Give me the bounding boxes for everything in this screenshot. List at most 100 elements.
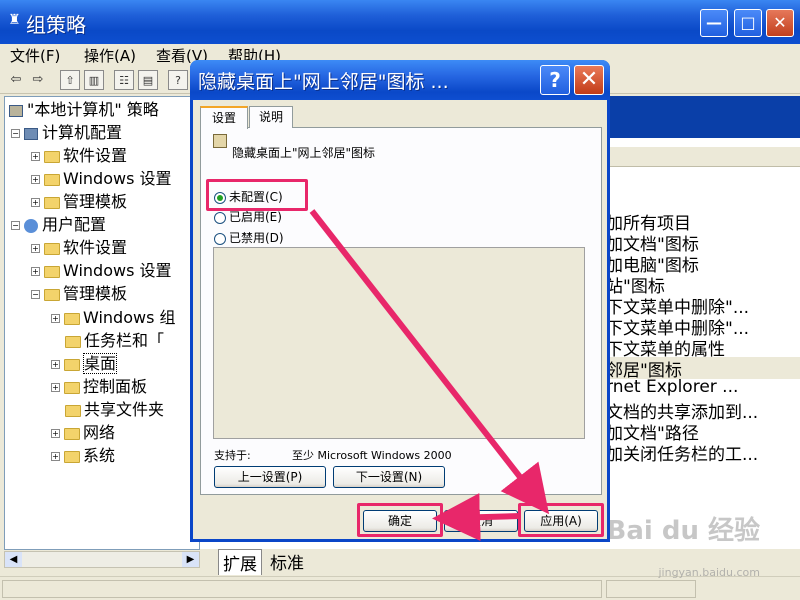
baidu-watermark-url: jingyan.baidu.com	[658, 566, 760, 579]
tree-item-desktop[interactable]: + 桌面	[51, 353, 118, 375]
forward-arrow-icon[interactable]: ⇨	[28, 70, 48, 90]
cancel-button[interactable]: 取消	[444, 510, 518, 532]
back-arrow-icon[interactable]: ⇦	[6, 70, 26, 90]
dialog-close-button[interactable]: ✕	[574, 65, 604, 95]
folder-open-icon	[44, 288, 60, 301]
tree-item-cc-windows[interactable]: + Windows 设置	[31, 168, 172, 190]
dialog-title: 隐藏桌面上"网上邻居"图标 ...	[198, 71, 449, 93]
radio-icon[interactable]	[214, 232, 226, 245]
computer-icon	[24, 127, 38, 140]
tab-standard[interactable]: 标准	[270, 549, 304, 574]
menu-action[interactable]: 操作(A)	[84, 45, 136, 66]
tree-label: 用户配置	[42, 215, 107, 234]
folder-icon	[65, 335, 81, 348]
tab-settings[interactable]: 设置	[200, 106, 248, 129]
collapse-icon[interactable]: −	[31, 290, 40, 299]
previous-setting-button[interactable]: 上一设置(P)	[214, 466, 326, 488]
folder-icon	[44, 173, 60, 186]
folder-icon	[44, 196, 60, 209]
tree-item-uc-software[interactable]: + 软件设置	[31, 237, 127, 259]
status-segment	[606, 580, 696, 598]
explain-area	[213, 247, 585, 439]
folder-icon	[44, 265, 60, 278]
expand-icon[interactable]: +	[51, 383, 60, 392]
properties-icon[interactable]: ☷	[114, 70, 134, 90]
policy-item[interactable]: rnet Explorer ...	[606, 377, 738, 397]
tree-item-taskbar[interactable]: 任务栏和「	[65, 330, 164, 352]
tree-item-control-panel[interactable]: + 控制面板	[51, 376, 147, 398]
tree-item-cc-software[interactable]: + 软件设置	[31, 145, 127, 167]
folder-icon	[65, 404, 81, 417]
annotation-highlight-not-configured	[206, 179, 308, 211]
collapse-icon[interactable]: −	[11, 129, 20, 138]
tree-root[interactable]: "本地计算机" 策略	[9, 99, 159, 121]
expand-icon[interactable]: +	[31, 152, 40, 161]
folder-icon	[44, 150, 60, 163]
status-segment	[2, 580, 602, 598]
tree-root-label: "本地计算机" 策略	[27, 100, 159, 119]
gpedit-icon: ♜	[8, 12, 21, 28]
up-folder-icon[interactable]: ⇧	[60, 70, 80, 90]
main-titlebar: ♜ 组策略 — □ ✕	[0, 0, 800, 44]
supported-label: 支持于:	[214, 449, 251, 462]
folder-icon	[64, 427, 80, 440]
window-title: 组策略	[26, 13, 86, 37]
tree-label: Windows 组	[83, 308, 176, 327]
expand-icon[interactable]: +	[31, 244, 40, 253]
help-icon[interactable]: ?	[168, 70, 188, 90]
tree-item-network[interactable]: + 网络	[51, 422, 115, 444]
minimize-button[interactable]: —	[700, 9, 728, 37]
tree-computer-config[interactable]: − 计算机配置	[11, 122, 122, 144]
tree-horizontal-scrollbar[interactable]: ◀ ▶	[4, 551, 200, 568]
scroll-right-icon[interactable]: ▶	[182, 552, 199, 567]
show-hide-tree-icon[interactable]: ▥	[84, 70, 104, 90]
expand-icon[interactable]: +	[31, 175, 40, 184]
tree-item-uc-admin[interactable]: − 管理模板	[31, 283, 127, 305]
status-bar	[0, 576, 800, 600]
close-button[interactable]: ✕	[766, 9, 794, 37]
policy-icon	[9, 104, 23, 117]
collapse-icon[interactable]: −	[11, 221, 20, 230]
folder-icon	[64, 312, 80, 325]
tree-label: 软件设置	[63, 146, 128, 165]
tree-item-cc-admin[interactable]: + 管理模板	[31, 191, 127, 213]
dialog-help-button[interactable]: ?	[540, 65, 570, 95]
menu-file[interactable]: 文件(F)	[10, 45, 60, 66]
tree-item-uc-windows[interactable]: + Windows 设置	[31, 260, 172, 282]
tree-label: 共享文件夹	[84, 400, 165, 419]
radio-label: 已禁用(D)	[229, 231, 284, 245]
tree-label: Windows 设置	[63, 169, 172, 188]
expand-icon[interactable]: +	[51, 360, 60, 369]
export-list-icon[interactable]: ▤	[138, 70, 158, 90]
tree-item-system[interactable]: + 系统	[51, 445, 115, 467]
policy-item[interactable]: 加关闭任务栏的工...	[606, 440, 758, 465]
expand-icon[interactable]: +	[51, 314, 60, 323]
tree-item-shared-folders[interactable]: 共享文件夹	[65, 399, 164, 421]
tree-label: 任务栏和「	[84, 331, 165, 350]
radio-icon[interactable]	[214, 211, 226, 224]
maximize-button[interactable]: □	[734, 9, 762, 37]
tree-label-selected: 桌面	[83, 353, 118, 374]
tree-label: Windows 设置	[63, 261, 172, 280]
baidu-watermark: Bai du 经验	[606, 516, 761, 546]
tree-item-windows-components[interactable]: + Windows 组	[51, 307, 176, 329]
expand-icon[interactable]: +	[31, 267, 40, 276]
expand-icon[interactable]: +	[31, 198, 40, 207]
tab-extended[interactable]: 扩展	[218, 549, 262, 575]
expand-icon[interactable]: +	[51, 452, 60, 461]
tree-label: 软件设置	[63, 238, 128, 257]
radio-disabled[interactable]: 已禁用(D)	[214, 229, 284, 247]
tree-label: 管理模板	[63, 284, 128, 303]
supported-value: 至少 Microsoft Windows 2000	[292, 449, 452, 462]
tree-label: 管理模板	[63, 192, 128, 211]
annotation-highlight-apply	[518, 503, 604, 537]
scroll-left-icon[interactable]: ◀	[5, 552, 22, 567]
radio-label: 已启用(E)	[229, 210, 282, 224]
tab-explain[interactable]: 说明	[249, 106, 293, 128]
tree-label: 控制面板	[83, 377, 148, 396]
policy-name: 隐藏桌面上"网上邻居"图标	[232, 146, 376, 160]
tree-label: 系统	[83, 446, 116, 465]
expand-icon[interactable]: +	[51, 429, 60, 438]
tree-user-config[interactable]: − 用户配置	[11, 214, 106, 236]
next-setting-button[interactable]: 下一设置(N)	[333, 466, 445, 488]
